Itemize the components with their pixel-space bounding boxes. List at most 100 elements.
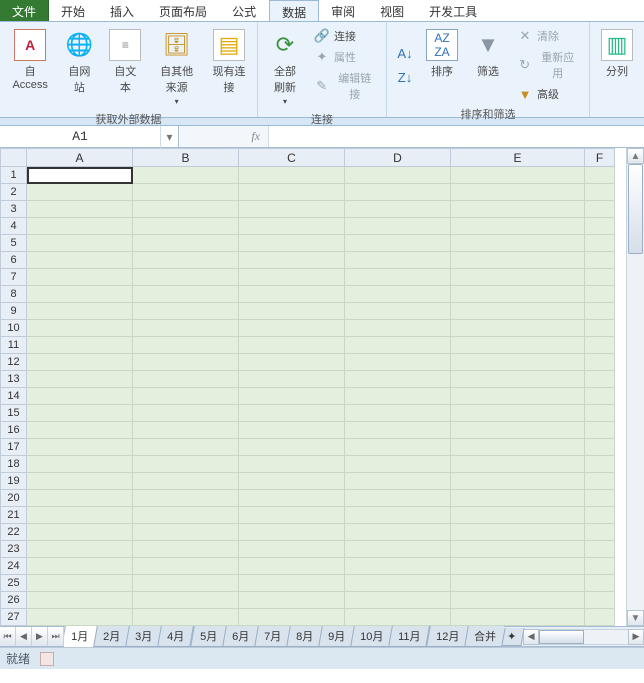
cell[interactable] [345,524,451,541]
cell[interactable] [345,320,451,337]
cell[interactable] [585,439,615,456]
cell[interactable] [27,218,133,235]
cell[interactable] [451,303,585,320]
from-text-button[interactable]: ≡ 自文本 [104,26,146,109]
cell[interactable] [27,609,133,626]
row-header[interactable]: 21 [1,507,27,524]
cell[interactable] [451,473,585,490]
cell[interactable] [133,541,239,558]
cell[interactable] [345,167,451,184]
cell[interactable] [451,388,585,405]
cell[interactable] [585,337,615,354]
cell[interactable] [585,524,615,541]
cell[interactable] [27,456,133,473]
cell[interactable] [345,592,451,609]
cell[interactable] [133,592,239,609]
row-header[interactable]: 14 [1,388,27,405]
cell[interactable] [239,439,345,456]
row-header[interactable]: 24 [1,558,27,575]
cell[interactable] [239,388,345,405]
reapply-button[interactable]: ↻重新应用 [513,47,583,83]
row-header[interactable]: 6 [1,252,27,269]
row-header[interactable]: 3 [1,201,27,218]
cell[interactable] [451,575,585,592]
cell[interactable] [345,456,451,473]
sheet-tab[interactable]: 9月 [318,626,355,647]
cell[interactable] [585,405,615,422]
cell[interactable] [133,439,239,456]
cell[interactable] [239,184,345,201]
cell[interactable] [345,490,451,507]
cell[interactable] [239,405,345,422]
cell[interactable] [239,167,345,184]
cell[interactable] [27,252,133,269]
sheet-tab[interactable]: 10月 [350,626,393,647]
hscroll-right[interactable]: ▶ [628,629,644,645]
cell[interactable] [133,473,239,490]
cell[interactable] [451,269,585,286]
cell[interactable] [345,337,451,354]
cell[interactable] [585,490,615,507]
clear-filter-button[interactable]: ✕清除 [513,26,583,46]
cell[interactable] [451,405,585,422]
cell[interactable] [239,575,345,592]
cell[interactable] [345,507,451,524]
cell[interactable] [133,609,239,626]
cell[interactable] [585,575,615,592]
cell[interactable] [133,388,239,405]
cell[interactable] [133,235,239,252]
cell[interactable] [451,252,585,269]
sheet-tab[interactable]: 合并 [464,626,504,647]
cell[interactable] [345,439,451,456]
sheet-tab[interactable]: 8月 [286,626,323,647]
cell[interactable] [345,354,451,371]
cell[interactable] [133,320,239,337]
from-access-button[interactable]: A 自 Access [6,26,54,109]
cell[interactable] [133,575,239,592]
cell[interactable] [345,201,451,218]
select-all-corner[interactable] [1,149,27,167]
cell[interactable] [239,490,345,507]
cell[interactable] [345,184,451,201]
cell[interactable] [239,201,345,218]
cell[interactable] [239,507,345,524]
cell[interactable] [451,558,585,575]
cell[interactable] [345,252,451,269]
cell[interactable] [27,184,133,201]
cell[interactable] [27,388,133,405]
hscroll-track[interactable] [539,629,628,645]
cell[interactable] [27,286,133,303]
cell[interactable] [133,286,239,303]
cell[interactable] [27,422,133,439]
refresh-all-button[interactable]: ⟳ 全部刷新 ▾ [264,26,306,109]
cell[interactable] [27,354,133,371]
tab-file[interactable]: 文件 [0,0,49,21]
grid[interactable]: A B C D E F 1234567891011121314151617181… [0,148,615,626]
cell[interactable] [451,592,585,609]
cell[interactable] [133,201,239,218]
row-header[interactable]: 7 [1,269,27,286]
cell[interactable] [133,303,239,320]
row-header[interactable]: 22 [1,524,27,541]
row-header[interactable]: 10 [1,320,27,337]
nav-first-sheet[interactable]: ⏮ [0,627,16,646]
cell[interactable] [239,286,345,303]
row-header[interactable]: 16 [1,422,27,439]
hscroll-left[interactable]: ◀ [523,629,539,645]
row-header[interactable]: 20 [1,490,27,507]
cell[interactable] [27,269,133,286]
cell[interactable] [345,575,451,592]
cell[interactable] [585,558,615,575]
cell[interactable] [27,439,133,456]
connections-button[interactable]: 🔗连接 [310,26,380,46]
cell[interactable] [27,592,133,609]
tab-formulas[interactable]: 公式 [220,0,269,21]
row-header[interactable]: 5 [1,235,27,252]
tab-data[interactable]: 数据 [269,0,319,21]
cell[interactable] [451,337,585,354]
sheet-tab[interactable]: 6月 [222,626,259,647]
cell[interactable] [585,541,615,558]
cell[interactable] [345,303,451,320]
cell[interactable] [451,354,585,371]
cell[interactable] [585,235,615,252]
